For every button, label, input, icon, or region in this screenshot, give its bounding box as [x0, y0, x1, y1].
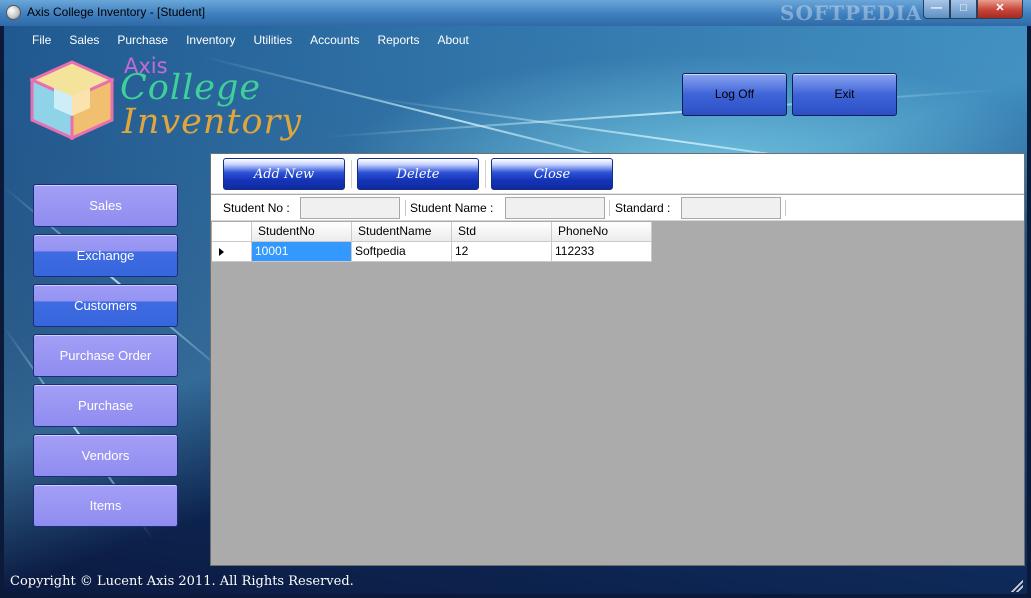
table-row[interactable]: 10001 Softpedia 12 112233	[212, 242, 653, 262]
minimize-icon: —	[931, 2, 942, 14]
window-title: Axis College Inventory - [Student]	[27, 5, 206, 19]
copyright-text: Copyright © Lucent Axis 2011. All Rights…	[10, 574, 354, 589]
maximize-button[interactable]: □	[950, 0, 977, 19]
column-header-std[interactable]: Std	[452, 222, 552, 242]
cell-studentno[interactable]: 10001	[252, 242, 352, 262]
close-window-button[interactable]: ✕	[977, 0, 1023, 19]
student-no-input[interactable]	[300, 197, 400, 219]
filter-separator	[785, 200, 786, 216]
minimize-button[interactable]: —	[923, 0, 950, 19]
toolbar-separator	[351, 160, 352, 188]
grid-corner-cell[interactable]	[212, 222, 252, 242]
cube-logo-icon	[30, 60, 114, 140]
column-header-studentname[interactable]: StudentName	[352, 222, 452, 242]
student-no-label: Student No :	[223, 201, 290, 215]
close-icon: ✕	[995, 2, 1005, 14]
title-bar: Axis College Inventory - [Student] SOFTP…	[0, 0, 1031, 26]
standard-input[interactable]	[681, 197, 781, 219]
nav-customers-button[interactable]: Customers	[33, 284, 178, 327]
column-header-studentno[interactable]: StudentNo	[252, 222, 352, 242]
nav-exchange-button[interactable]: Exchange	[33, 234, 178, 277]
app-icon[interactable]	[6, 5, 21, 20]
student-name-label: Student Name :	[410, 201, 494, 215]
app-logo: Axis College Inventory	[28, 54, 348, 150]
nav-sales-button[interactable]: Sales	[33, 184, 178, 227]
filter-separator	[609, 200, 610, 216]
filter-separator	[405, 200, 406, 216]
student-panel: Add New Delete Close Student No : Studen…	[210, 153, 1025, 566]
student-name-input[interactable]	[505, 197, 605, 219]
standard-label: Standard :	[615, 201, 671, 215]
filter-bar: Student No : Student Name : Standard :	[211, 195, 1024, 221]
nav-purchase-order-button[interactable]: Purchase Order	[33, 334, 178, 377]
nav-vendors-button[interactable]: Vendors	[33, 434, 178, 477]
column-header-phoneno[interactable]: PhoneNo	[552, 222, 652, 242]
menu-bar: File Sales Purchase Inventory Utilities …	[22, 32, 478, 50]
toolbar-separator	[485, 160, 486, 188]
menu-reports[interactable]: Reports	[368, 32, 428, 50]
nav-purchase-button[interactable]: Purchase	[33, 384, 178, 427]
exit-button[interactable]: Exit	[792, 73, 897, 116]
cell-std[interactable]: 12	[452, 242, 552, 262]
menu-purchase[interactable]: Purchase	[108, 32, 177, 50]
cell-phoneno[interactable]: 112233	[552, 242, 652, 262]
menu-utilities[interactable]: Utilities	[244, 32, 301, 50]
menu-inventory[interactable]: Inventory	[177, 32, 244, 50]
current-row-arrow-icon	[219, 248, 224, 256]
main-window: File Sales Purchase Inventory Utilities …	[3, 26, 1027, 594]
delete-button[interactable]: Delete	[357, 158, 479, 190]
logo-inventory-text: Inventory	[122, 102, 303, 142]
maximize-icon: □	[960, 2, 967, 14]
menu-file[interactable]: File	[22, 32, 60, 50]
watermark-text: SOFTPEDIA	[780, 1, 923, 25]
close-button[interactable]: Close	[491, 158, 613, 190]
log-off-button[interactable]: Log Off	[682, 73, 787, 116]
menu-sales[interactable]: Sales	[60, 32, 108, 50]
nav-items-button[interactable]: Items	[33, 484, 178, 527]
cell-studentname[interactable]: Softpedia	[352, 242, 452, 262]
action-toolbar: Add New Delete Close	[211, 154, 1024, 194]
menu-about[interactable]: About	[429, 32, 478, 50]
grid-header-row: StudentNo StudentName Std PhoneNo	[212, 222, 653, 242]
menu-accounts[interactable]: Accounts	[301, 32, 368, 50]
row-header-cell[interactable]	[212, 242, 252, 262]
resize-grip-icon[interactable]	[1011, 580, 1023, 592]
add-new-button[interactable]: Add New	[223, 158, 345, 190]
